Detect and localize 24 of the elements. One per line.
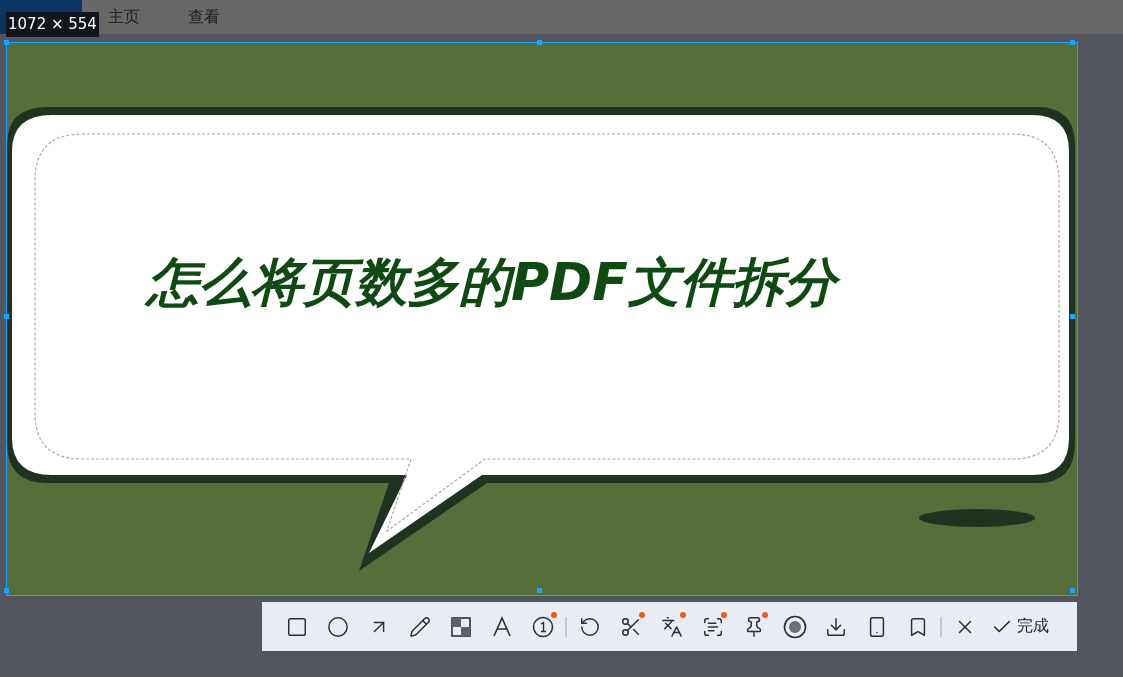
translate-icon: [660, 615, 683, 638]
menu-tab[interactable]: 查看: [162, 0, 242, 34]
scissors-icon: [619, 615, 642, 638]
undo-icon: [578, 615, 601, 638]
mosaic-icon: [449, 615, 472, 638]
circle-icon: [326, 615, 349, 638]
resize-handle[interactable]: [4, 314, 9, 319]
resize-handle[interactable]: [1070, 588, 1075, 593]
scan-text-icon: [701, 615, 724, 638]
record-icon: [782, 614, 807, 639]
download-icon: [824, 615, 847, 638]
pencil-icon: [408, 615, 431, 638]
text-tool-icon: [490, 615, 513, 638]
resize-handle[interactable]: [537, 40, 542, 45]
resize-handle[interactable]: [4, 40, 9, 45]
resize-handle[interactable]: [537, 588, 542, 593]
size-tooltip: 1072 × 554: [6, 12, 99, 37]
image-title: 怎么将页数多的PDF文件拆分: [137, 247, 850, 322]
numbered-circle-icon: [531, 615, 554, 638]
resize-handle[interactable]: [1070, 40, 1075, 45]
resize-handle[interactable]: [4, 588, 9, 593]
done-button[interactable]: 完成: [985, 615, 1055, 638]
rectangle-icon: [285, 615, 308, 638]
resize-handle[interactable]: [1070, 314, 1075, 319]
